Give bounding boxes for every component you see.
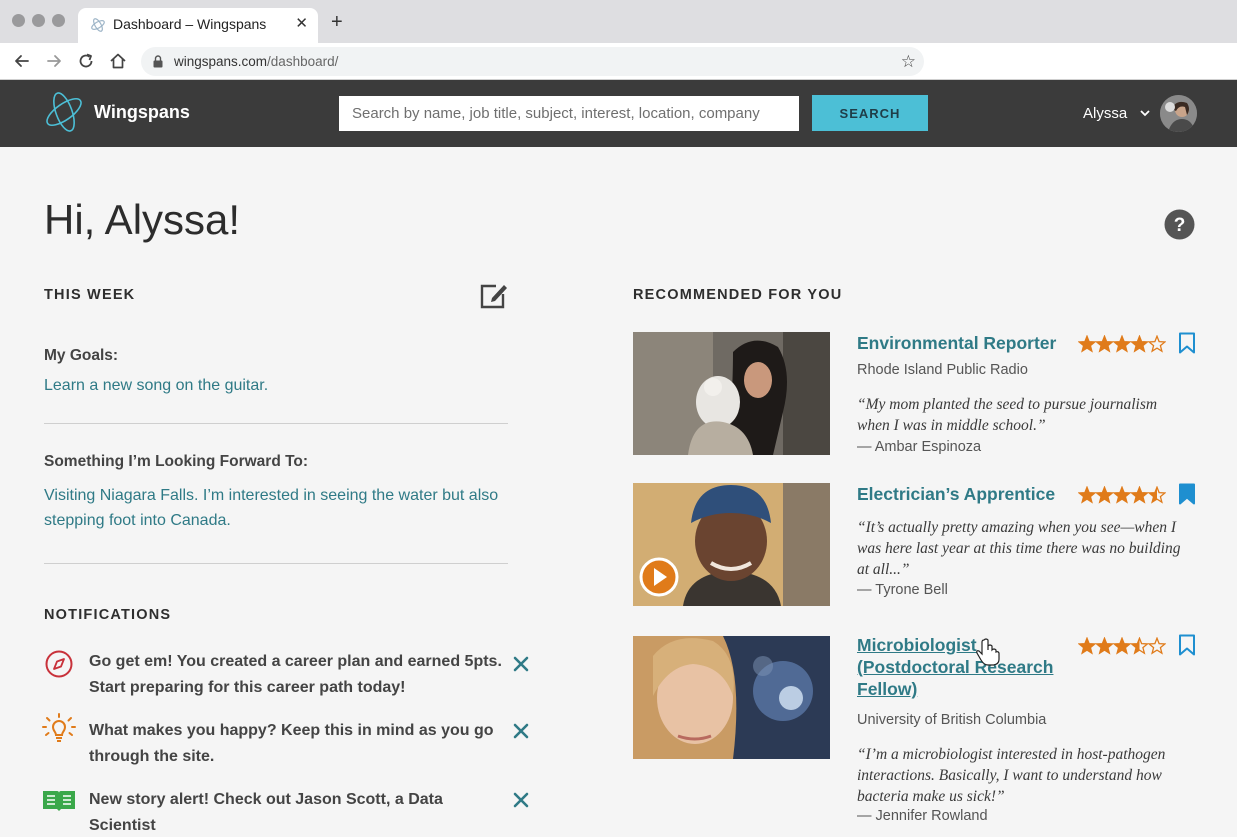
back-arrow-icon[interactable] [12, 51, 32, 71]
window-zoom-button[interactable] [52, 14, 65, 27]
search-input[interactable] [339, 96, 799, 131]
notification-text: What makes you happy? Keep this in mind … [89, 722, 494, 765]
compass-icon [45, 650, 73, 678]
goals-label: My Goals: [44, 347, 119, 364]
notification-text: New story alert! Check out Jason Scott, … [89, 791, 443, 834]
close-icon[interactable] [512, 791, 530, 809]
svg-text:?: ? [1174, 215, 1186, 236]
bookmark-icon[interactable] [1178, 483, 1196, 505]
reload-icon[interactable] [76, 51, 96, 71]
star-icon [1078, 486, 1097, 504]
help-icon[interactable]: ? [1164, 209, 1195, 240]
microbiologist-photo [633, 636, 830, 759]
new-tab-button[interactable]: + [331, 12, 343, 32]
recommendation-thumbnail[interactable] [633, 332, 830, 455]
book-icon [43, 791, 75, 811]
notification-text: Go get em! You created a career plan and… [89, 653, 502, 696]
avatar[interactable] [1160, 95, 1197, 132]
recommendation-thumbnail[interactable] [633, 636, 830, 759]
tab-title: Dashboard – Wingspans [113, 16, 267, 32]
looking-forward-label: Something I’m Looking Forward To: [44, 453, 309, 470]
looking-forward-text: Visiting Niagara Falls. I’m interested i… [44, 487, 499, 529]
avatar-photo [1160, 95, 1197, 132]
bookmark-icon[interactable] [1178, 332, 1196, 354]
address-bar[interactable]: wingspans.com/dashboard/ ☆ [141, 47, 924, 76]
star-icon [1094, 486, 1115, 504]
this-week-heading: THIS WEEK [44, 287, 136, 303]
environmental-reporter-photo [633, 332, 830, 455]
star-icon [1112, 486, 1132, 504]
goals-text: Learn a new song on the guitar. [44, 377, 269, 394]
recommendation-quote: “My mom planted the seed to pursue journ… [857, 396, 1158, 434]
lightbulb-icon [42, 713, 76, 742]
recommendation-quote: “It’s actually pretty amazing when you s… [857, 519, 1181, 578]
home-icon[interactable] [108, 51, 128, 71]
lock-icon [153, 55, 163, 68]
notifications-heading: NOTIFICATIONS [44, 607, 172, 623]
browser-tab-bar: Dashboard – Wingspans ✕ + [0, 0, 1237, 43]
star-icon [1147, 335, 1166, 353]
star-rating-icon [1078, 637, 1166, 655]
star-icon [1094, 335, 1115, 353]
edit-icon[interactable] [479, 282, 509, 310]
forward-arrow-icon[interactable] [44, 51, 64, 71]
star-icon [1147, 486, 1166, 504]
electricians-apprentice-photo [633, 483, 830, 606]
browser-toolbar: wingspans.com/dashboard/ ☆ [0, 43, 1237, 80]
search-button[interactable]: SEARCH [812, 95, 928, 131]
page-title: Hi, Alyssa! [44, 196, 241, 243]
star-icon [1094, 637, 1115, 655]
recommendation-author: — Ambar Espinoza [857, 439, 982, 455]
wingspans-logo-icon[interactable] [41, 89, 87, 135]
url-text: wingspans.com/dashboard/ [174, 54, 339, 69]
star-rating-icon [1078, 486, 1166, 504]
star-icon [1147, 637, 1166, 655]
user-menu-name[interactable]: Alyssa [1083, 105, 1127, 122]
star-icon [1112, 335, 1132, 353]
recommendation-title-link[interactable]: Microbiologist (Postdoctoral Research Fe… [857, 634, 1067, 700]
browser-tab[interactable]: Dashboard – Wingspans ✕ [78, 8, 318, 43]
close-icon[interactable] [512, 655, 530, 673]
star-icon [1129, 637, 1150, 655]
recommendation-quote: “I’m a microbiologist interested in host… [857, 746, 1166, 805]
bookmark-star-icon[interactable]: ☆ [901, 52, 916, 72]
recommendation-title-link[interactable]: Electrician’s Apprentice [857, 483, 1055, 505]
recommendation-thumbnail[interactable] [633, 483, 830, 606]
recommended-heading: RECOMMENDED FOR YOU [633, 287, 843, 303]
recommendation-organization: Rhode Island Public Radio [857, 362, 1028, 378]
wingspans-favicon-icon [91, 18, 105, 32]
bookmark-icon[interactable] [1178, 634, 1196, 656]
recommendation-title-link[interactable]: Environmental Reporter [857, 332, 1056, 354]
recommendation-author: — Tyrone Bell [857, 582, 948, 598]
divider [44, 563, 508, 564]
star-icon [1078, 335, 1097, 353]
close-icon[interactable] [512, 722, 530, 740]
star-icon [1078, 637, 1097, 655]
recommendation-author: — Jennifer Rowland [857, 808, 988, 824]
star-icon [1129, 486, 1150, 504]
window-minimize-button[interactable] [32, 14, 45, 27]
tab-close-icon[interactable]: ✕ [295, 14, 308, 32]
logo-text[interactable]: Wingspans [94, 102, 190, 123]
window-close-button[interactable] [12, 14, 25, 27]
star-icon [1112, 637, 1132, 655]
star-icon [1129, 335, 1150, 353]
star-rating-icon [1078, 335, 1166, 353]
recommendation-organization: University of British Columbia [857, 712, 1047, 728]
site-header: Wingspans SEARCH Alyssa [0, 80, 1237, 147]
divider [44, 423, 508, 424]
hand-cursor-icon [976, 638, 1000, 666]
chevron-down-icon[interactable] [1139, 107, 1151, 119]
